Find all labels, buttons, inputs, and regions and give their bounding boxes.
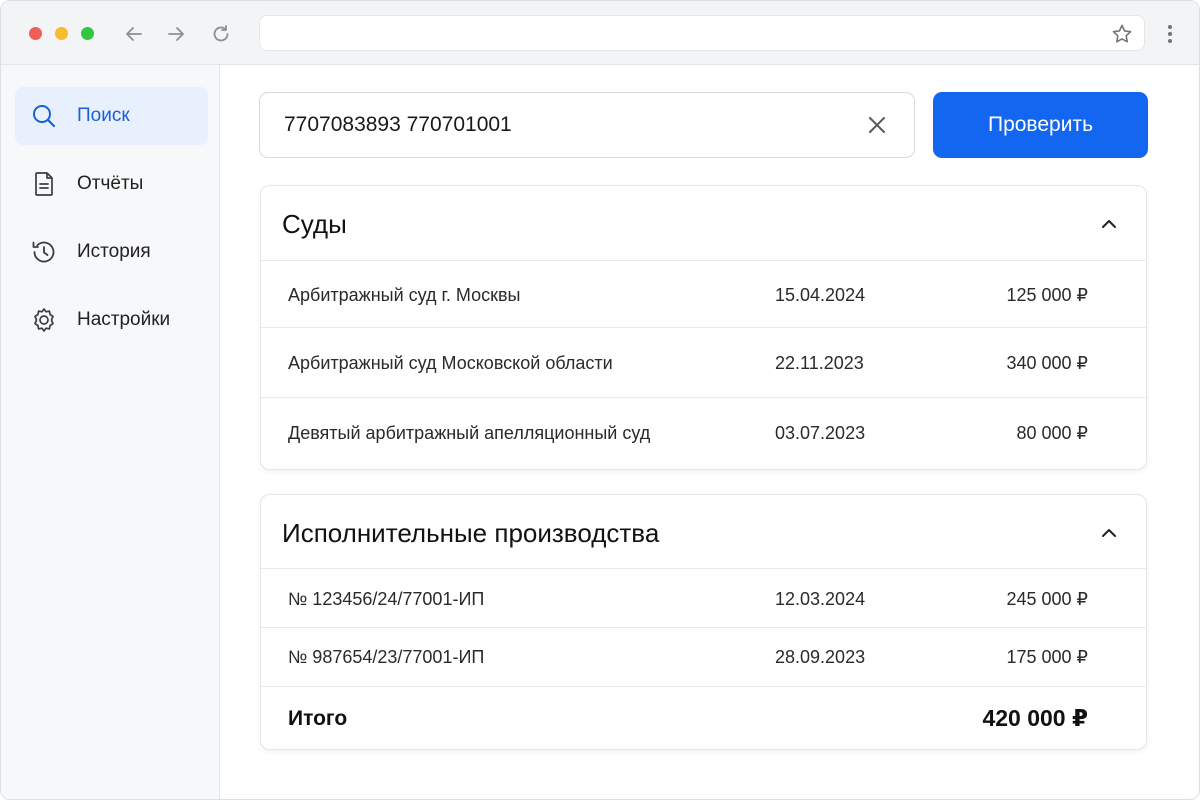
proceeding-sum: 175 000 ₽: [1006, 647, 1088, 667]
table-row[interactable]: Арбитражный суд г. Москвы 15.04.2024 125…: [261, 261, 1146, 328]
sidebar: Поиск Отчёты История Настройки: [1, 65, 220, 799]
chevron-up-icon[interactable]: [1095, 210, 1123, 238]
court-sum: 340 000 ₽: [1006, 353, 1088, 373]
sidebar-item-reports[interactable]: Отчёты: [15, 155, 208, 213]
court-date: 15.04.2024: [775, 285, 866, 305]
history-icon: [30, 238, 58, 266]
sidebar-item-search[interactable]: Поиск: [15, 87, 208, 145]
proceeding-date: 28.09.2023: [775, 647, 866, 667]
close-window-button[interactable]: [29, 27, 42, 40]
search-field: [259, 92, 915, 158]
forward-arrow-icon[interactable]: [163, 21, 189, 47]
enforcement-card: Исполнительные производства № 123456/24/…: [260, 494, 1147, 750]
table-row[interactable]: № 123456/24/77001-ИП 12.03.2024 245 000 …: [261, 569, 1146, 628]
clear-icon[interactable]: [864, 112, 890, 138]
gear-icon: [30, 306, 58, 334]
sidebar-item-history[interactable]: История: [15, 223, 208, 281]
courts-card-header[interactable]: Суды: [261, 186, 1146, 261]
proceeding-number: № 987654/23/77001-ИП: [288, 647, 485, 667]
enforcement-card-header[interactable]: Исполнительные производства: [261, 495, 1146, 569]
search-icon: [30, 102, 58, 130]
maximize-window-button[interactable]: [81, 27, 94, 40]
browser-toolbar: [1, 1, 1199, 65]
address-bar[interactable]: [259, 15, 1145, 51]
proceeding-number: № 123456/24/77001-ИП: [288, 589, 485, 609]
chevron-up-icon[interactable]: [1095, 519, 1123, 547]
document-icon: [30, 170, 58, 198]
search-input[interactable]: [284, 93, 844, 157]
bookmark-star-icon[interactable]: [1109, 21, 1135, 47]
proceeding-sum: 245 000 ₽: [1006, 589, 1088, 609]
courts-card: Суды Арбитражный суд г. Москвы 15.04.202…: [260, 185, 1147, 470]
court-name: Арбитражный суд г. Москвы: [288, 285, 521, 305]
proceeding-date: 12.03.2024: [775, 589, 866, 609]
minimize-window-button[interactable]: [55, 27, 68, 40]
check-button[interactable]: Проверить: [933, 92, 1148, 158]
court-sum: 125 000 ₽: [1006, 285, 1088, 305]
court-date: 03.07.2023: [775, 423, 866, 443]
table-row[interactable]: № 987654/23/77001-ИП 28.09.2023 175 000 …: [261, 628, 1146, 687]
reload-icon[interactable]: [208, 21, 234, 47]
total-label: Итого: [288, 707, 348, 730]
sidebar-item-label: Поиск: [77, 105, 130, 126]
table-row[interactable]: Девятый арбитражный апелляционный суд 03…: [261, 398, 1146, 469]
sidebar-item-label: Отчёты: [77, 173, 144, 194]
sidebar-item-settings[interactable]: Настройки: [15, 291, 208, 349]
court-name: Девятый арбитражный апелляционный суд: [288, 423, 651, 443]
total-row: Итого 420 000 ₽: [261, 687, 1146, 751]
table-row[interactable]: Арбитражный суд Московской области 22.11…: [261, 328, 1146, 398]
total-value: 420 000 ₽: [982, 705, 1088, 731]
court-name: Арбитражный суд Московской области: [288, 353, 613, 373]
court-date: 22.11.2023: [775, 353, 864, 373]
back-arrow-icon[interactable]: [121, 21, 147, 47]
courts-title: Суды: [282, 209, 347, 239]
browser-window: Поиск Отчёты История Настройки Проверить: [0, 0, 1200, 800]
more-menu-icon[interactable]: [1159, 21, 1181, 47]
sidebar-item-label: Настройки: [77, 309, 171, 330]
court-sum: 80 000 ₽: [1016, 423, 1088, 443]
enforcement-title: Исполнительные производства: [282, 518, 660, 548]
sidebar-item-label: История: [77, 241, 151, 262]
